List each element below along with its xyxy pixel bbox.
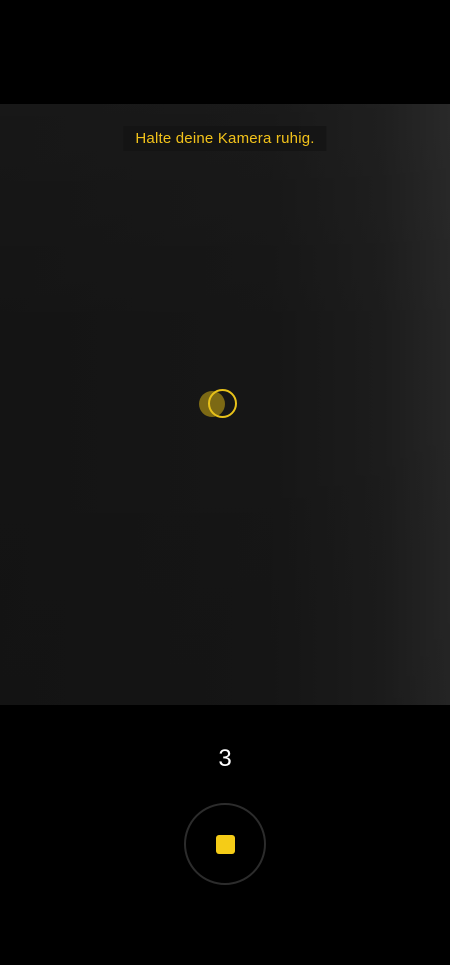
stop-icon [216,835,235,854]
level-indicator-icon [199,389,243,423]
level-target-ring [208,389,237,418]
countdown-timer: 3 [218,745,232,772]
stop-capture-button[interactable] [184,803,266,885]
top-bar [0,0,450,104]
steady-hint: Halte deine Kamera ruhig. [123,126,327,151]
bottom-controls: 3 [0,705,450,965]
camera-viewfinder[interactable]: Halte deine Kamera ruhig. [0,104,450,705]
camera-screen: Halte deine Kamera ruhig. 3 [0,0,450,965]
